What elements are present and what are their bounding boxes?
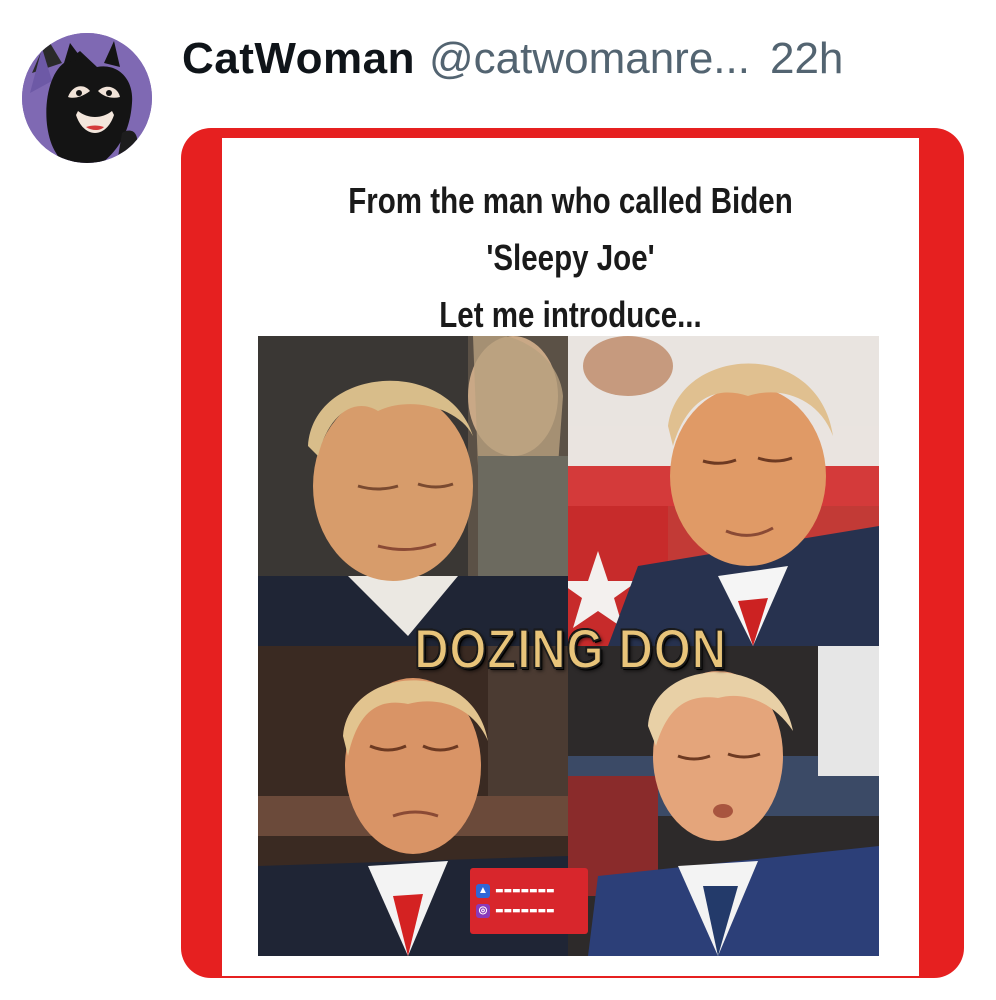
meme-image: From the man who called Biden 'Sleepy Jo… — [222, 138, 919, 976]
caption-line-2: 'Sleepy Joe' — [486, 237, 655, 278]
post-timestamp[interactable]: 22h — [770, 34, 843, 84]
watermark-badge: ▲ ▬▬▬▬▬▬▬ ◎ ▬▬▬▬▬▬▬ — [470, 868, 588, 934]
photo-top-right — [568, 336, 879, 646]
overlay-title: DOZING DON — [413, 616, 727, 681]
social-app-icon: ▲ — [476, 884, 490, 898]
meme-caption: From the man who called Biden 'Sleepy Jo… — [285, 172, 857, 343]
caption-line-3: Let me introduce... — [439, 294, 702, 335]
photo-bottom-right — [568, 646, 879, 956]
user-handle[interactable]: @catwomanre... — [429, 34, 750, 84]
watermark-row-1: ▲ ▬▬▬▬▬▬▬ — [476, 884, 582, 898]
photo-top-left — [258, 336, 568, 646]
avatar[interactable] — [22, 33, 152, 163]
catwoman-avatar-icon — [22, 33, 152, 163]
instagram-icon: ◎ — [476, 904, 490, 918]
post-header: CatWoman @catwomanre... 22h — [182, 34, 843, 94]
caption-line-1: From the man who called Biden — [348, 180, 793, 221]
watermark-row-2: ◎ ▬▬▬▬▬▬▬ — [476, 904, 582, 918]
post-media[interactable]: From the man who called Biden 'Sleepy Jo… — [181, 128, 964, 978]
watermark-text-2: ▬▬▬▬▬▬▬ — [495, 906, 555, 916]
watermark-text-1: ▬▬▬▬▬▬▬ — [495, 886, 555, 896]
display-name[interactable]: CatWoman — [182, 34, 415, 84]
